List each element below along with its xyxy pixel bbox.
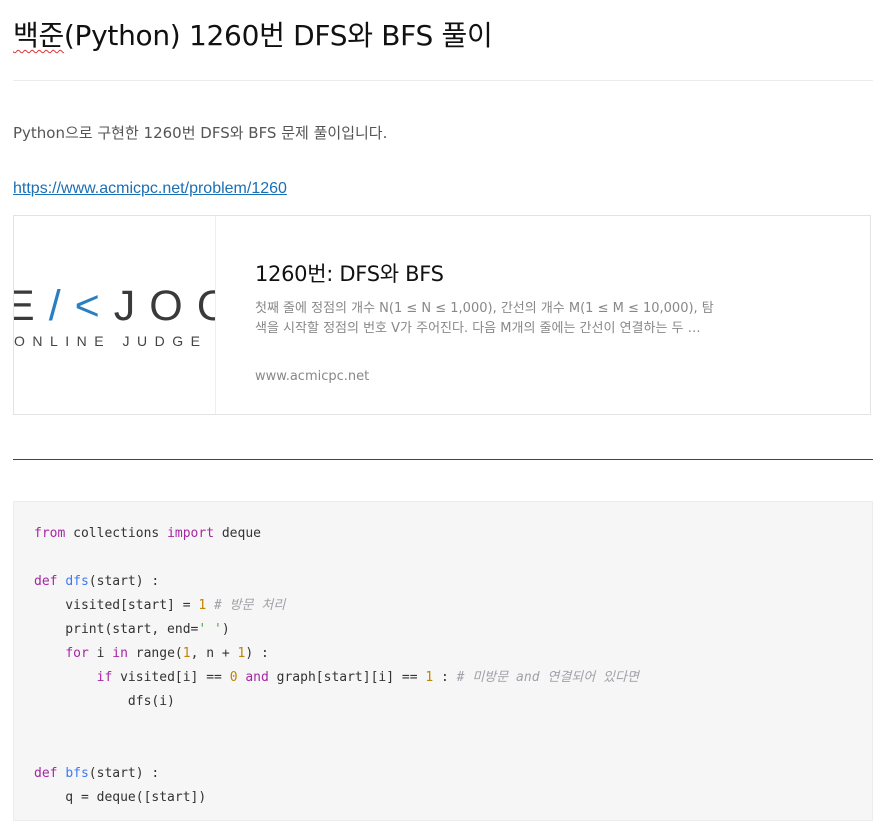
boj-logo: E/<JOC bbox=[14, 282, 215, 330]
code-line: dfs(i) bbox=[34, 694, 175, 709]
problem-link[interactable]: https://www.acmicpc.net/problem/1260 bbox=[13, 180, 287, 198]
post-title-prefix: 백준 bbox=[13, 19, 64, 52]
code-block: from collections import deque def dfs(st… bbox=[13, 501, 873, 821]
card-thumbnail: E/<JOC ONLINE JUDGE bbox=[14, 216, 216, 414]
section-divider bbox=[13, 459, 873, 460]
post-title: 백준(Python) 1260번 DFS와 BFS 풀이 bbox=[13, 14, 493, 54]
intro-text: Python으로 구현한 1260번 DFS와 BFS 문제 풀이입니다. bbox=[13, 124, 388, 142]
code-line: def dfs(start) : bbox=[34, 574, 160, 589]
code-line: from collections import deque bbox=[34, 526, 261, 541]
code-line: visited[start] = 1 # 방문 처리 bbox=[34, 598, 286, 613]
post-title-rest: (Python) 1260번 DFS와 BFS 풀이 bbox=[63, 19, 493, 52]
code-line: q = deque([start]) bbox=[34, 790, 207, 805]
card-title[interactable]: 1260번: DFS와 BFS bbox=[255, 258, 444, 288]
card-description: 첫째 줄에 정점의 개수 N(1 ≤ N ≤ 1,000), 간선의 개수 M(… bbox=[255, 301, 714, 336]
title-divider bbox=[13, 80, 873, 81]
card-host: www.acmicpc.net bbox=[255, 369, 370, 384]
code-line: print(start, end=' ') bbox=[34, 622, 230, 637]
boj-logo-subtitle: ONLINE JUDGE bbox=[14, 333, 208, 349]
code-line: def bfs(start) : bbox=[34, 766, 160, 781]
link-preview-card[interactable]: E/<JOC ONLINE JUDGE 1260번: DFS와 BFS 첫째 줄… bbox=[13, 215, 871, 415]
code-line: if visited[i] == 0 and graph[start][i] =… bbox=[96, 670, 639, 685]
code-line: for i in range(1, n + 1) : bbox=[65, 646, 269, 661]
